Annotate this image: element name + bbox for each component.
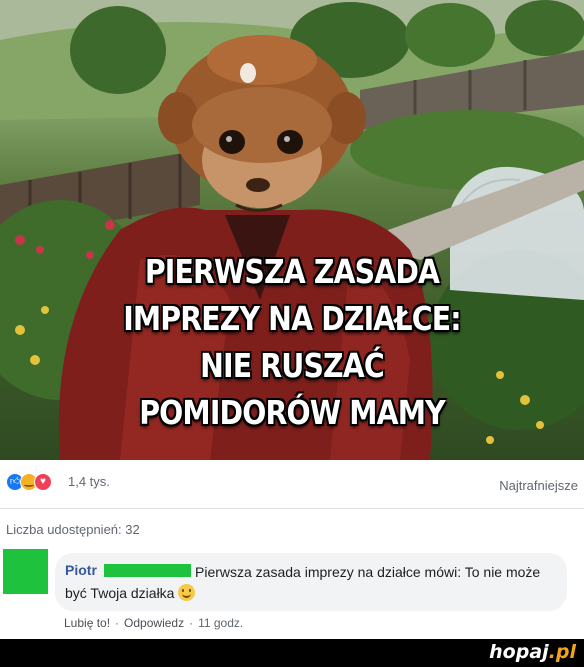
separator-dot: · [189, 616, 194, 630]
watermark-bar: hopaj.pl [0, 639, 584, 667]
caption-line-3: NIE RUSZAĆ [200, 346, 385, 385]
smile-emoji-icon [178, 584, 196, 601]
caption-line-2: IMPREZY NA DZIAŁCE: [123, 299, 461, 338]
like-link[interactable]: Lubię to! [64, 616, 110, 630]
reactions-bar: 👍︎ ‿ ♥ 1,4 tys. Najtrafniejsze [0, 460, 584, 509]
caption-line-4: POMIDORÓW MAMY [139, 393, 445, 432]
meme-caption: PIERWSZA ZASADA IMPREZY NA DZIAŁCE: NIE … [0, 248, 584, 436]
avatar[interactable] [3, 549, 48, 594]
logo-main: hopaj [489, 641, 549, 663]
share-count[interactable]: Liczba udostępnień: 32 [6, 522, 140, 537]
love-icon: ♥ [34, 473, 52, 491]
comment-timestamp[interactable]: 11 godz. [198, 616, 243, 630]
separator-dot: · [115, 616, 120, 630]
meme-image: PIERWSZA ZASADA IMPREZY NA DZIAŁCE: NIE … [0, 0, 584, 460]
comment-author[interactable]: Piotr [65, 562, 97, 578]
reply-link[interactable]: Odpowiedz [124, 616, 184, 630]
comment-actions: Lubię to! · Odpowiedz · 11 godz. [64, 616, 243, 630]
reaction-count[interactable]: 1,4 tys. [68, 474, 110, 489]
site-logo: hopaj.pl [489, 641, 576, 663]
logo-accent: .pl [548, 641, 576, 663]
caption-line-1: PIERWSZA ZASADA [144, 252, 440, 291]
comment-bubble: Pierwsza zasada imprezy na działce mówi:… [55, 553, 567, 611]
redacted-name-bar [104, 564, 191, 577]
sort-dropdown[interactable]: Najtrafniejsze [499, 478, 578, 493]
